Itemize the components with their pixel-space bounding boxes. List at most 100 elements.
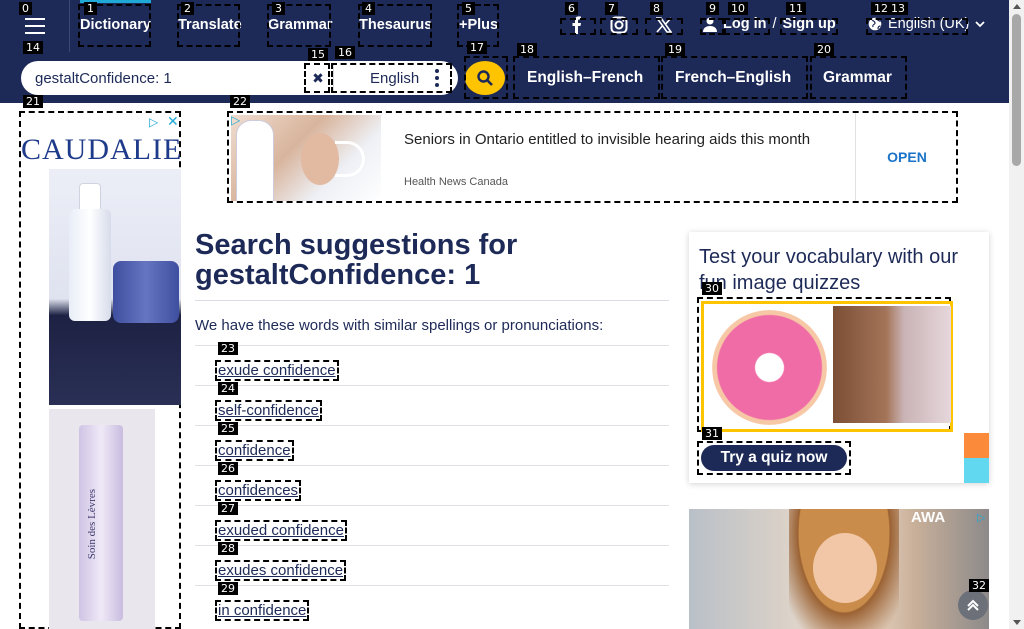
ad-brand-logo: CAUDALIE	[21, 133, 183, 166]
element-tag: 32	[969, 579, 989, 592]
list-item: confidences	[195, 465, 669, 505]
element-tag: 4	[362, 2, 375, 15]
scroll-down-icon[interactable]	[1013, 620, 1021, 625]
ad-image-text: AWA	[911, 509, 946, 526]
element-tag: 2	[181, 2, 194, 15]
list-item: self-confidence	[195, 385, 669, 425]
element-tag: 26	[218, 462, 238, 475]
element-tag: 3	[272, 2, 285, 15]
quiz-card: Test your vocabulary with our fun image …	[689, 232, 989, 483]
highlight-box	[304, 63, 330, 93]
element-tag: 14	[23, 41, 43, 54]
element-tag: 20	[814, 43, 834, 56]
element-tag: 19	[665, 43, 685, 56]
adchoices-icon[interactable]: ▷	[149, 115, 158, 129]
quiz-image[interactable]	[697, 297, 953, 432]
highlight-box	[810, 56, 907, 99]
element-tag: 27	[218, 502, 238, 515]
scroll-to-top-button[interactable]	[958, 590, 988, 620]
suggestion-link[interactable]: self-confidence	[215, 400, 322, 421]
ad-product-image	[49, 169, 181, 405]
list-item: exuded confidence	[195, 505, 669, 545]
adchoices-icon[interactable]: ▷	[977, 511, 985, 524]
element-tag: 28	[218, 542, 238, 555]
element-tag: 25	[218, 422, 238, 435]
suggestion-link[interactable]: exude confidence	[215, 360, 339, 381]
element-tag: 7	[605, 2, 618, 15]
element-tag: 13	[888, 2, 908, 15]
try-quiz-label: Try a quiz now	[701, 445, 847, 471]
top-advertisement[interactable]: ▷ Seniors in Ontario entitled to invisib…	[227, 111, 958, 203]
highlight-box	[600, 18, 638, 35]
element-tag: 0	[19, 2, 32, 15]
element-tag: 21	[23, 95, 43, 108]
top-navigation-bar: Dictionary Translate Grammar Thesaurus +…	[0, 0, 1009, 52]
side-advertisement[interactable]: ▷ ✕ CAUDALIE Soin des Lèvres	[19, 111, 181, 629]
highlight-box	[661, 56, 808, 99]
milkshake-image	[833, 306, 951, 423]
element-tag: 31	[702, 427, 722, 440]
ad-open-button[interactable]: OPEN	[855, 113, 958, 201]
element-tag: 10	[728, 2, 748, 15]
divider	[195, 300, 669, 301]
ad-lip-product-text: Soin des Lèvres	[86, 489, 98, 560]
suggestion-link[interactable]: confidence	[215, 440, 294, 461]
element-tag: 15	[308, 48, 328, 61]
suggestion-link[interactable]: confidences	[215, 480, 302, 501]
list-item: exude confidence	[195, 345, 669, 385]
page-scrollbar[interactable]	[1009, 0, 1024, 629]
page-title-term: gestaltConfidence: 1	[195, 259, 481, 291]
page-title-prefix: Search suggestions for	[195, 229, 518, 261]
list-item: in confidence	[195, 585, 669, 625]
highlight-box	[645, 18, 683, 35]
close-ad-icon[interactable]: ✕	[167, 113, 179, 130]
element-tag: 23	[218, 342, 238, 355]
highlight-box	[700, 18, 724, 35]
highlight-box	[560, 18, 596, 35]
bottom-advertisement[interactable]: AWA ▷	[689, 509, 989, 629]
list-item: confidence	[195, 425, 669, 465]
element-tag: 18	[517, 43, 537, 56]
quiz-title: Test your vocabulary with our fun image …	[699, 246, 959, 294]
highlight-box	[464, 56, 508, 99]
element-tag: 22	[230, 95, 250, 108]
element-tag: 30	[702, 282, 722, 295]
element-tag: 9	[706, 2, 719, 15]
suggestion-link[interactable]: exuded confidence	[215, 520, 347, 541]
ad-headline[interactable]: Seniors in Ontario entitled to invisible…	[404, 129, 824, 151]
quiz-decoration	[964, 433, 989, 458]
ad-hearing-image	[231, 115, 381, 201]
adchoices-icon[interactable]: ▷	[231, 113, 240, 127]
element-tag: 6	[565, 2, 578, 15]
suggestions-intro: We have these words with similar spellin…	[195, 317, 604, 334]
list-item: exudes confidence	[195, 545, 669, 585]
main-content: Search suggestions for gestaltConfidence…	[195, 230, 669, 625]
element-tag: 17	[467, 41, 487, 54]
element-tag: 16	[335, 46, 355, 59]
element-tag: 5	[462, 2, 475, 15]
chevron-up-icon	[967, 599, 979, 611]
highlight-box	[866, 18, 968, 35]
ad-source: Health News Canada	[404, 176, 508, 188]
search-input[interactable]	[35, 61, 305, 95]
login-separator: /	[772, 16, 777, 32]
chevron-down-icon	[975, 20, 986, 27]
highlight-box	[331, 63, 452, 93]
element-tag: 29	[218, 582, 238, 595]
highlight-box	[724, 18, 770, 35]
highlight-box	[513, 56, 660, 99]
element-tag: 1	[84, 2, 97, 15]
suggestion-link[interactable]: exudes confidence	[215, 560, 347, 581]
scrollbar-thumb[interactable]	[1012, 14, 1021, 166]
page-title: Search suggestions for gestaltConfidence…	[195, 230, 669, 290]
suggestions-list: exude confidence self-confidence confide…	[195, 345, 669, 625]
scroll-up-icon[interactable]	[1013, 4, 1021, 9]
donut-image	[712, 310, 827, 425]
suggestion-link[interactable]: in confidence	[215, 600, 310, 621]
element-tag: 8	[650, 2, 663, 15]
element-tag: 24	[218, 382, 238, 395]
highlight-box	[780, 18, 838, 35]
try-quiz-button[interactable]: Try a quiz now	[697, 441, 851, 475]
ad-lip-product-image: Soin des Lèvres	[49, 409, 155, 629]
quiz-decoration	[964, 458, 989, 483]
